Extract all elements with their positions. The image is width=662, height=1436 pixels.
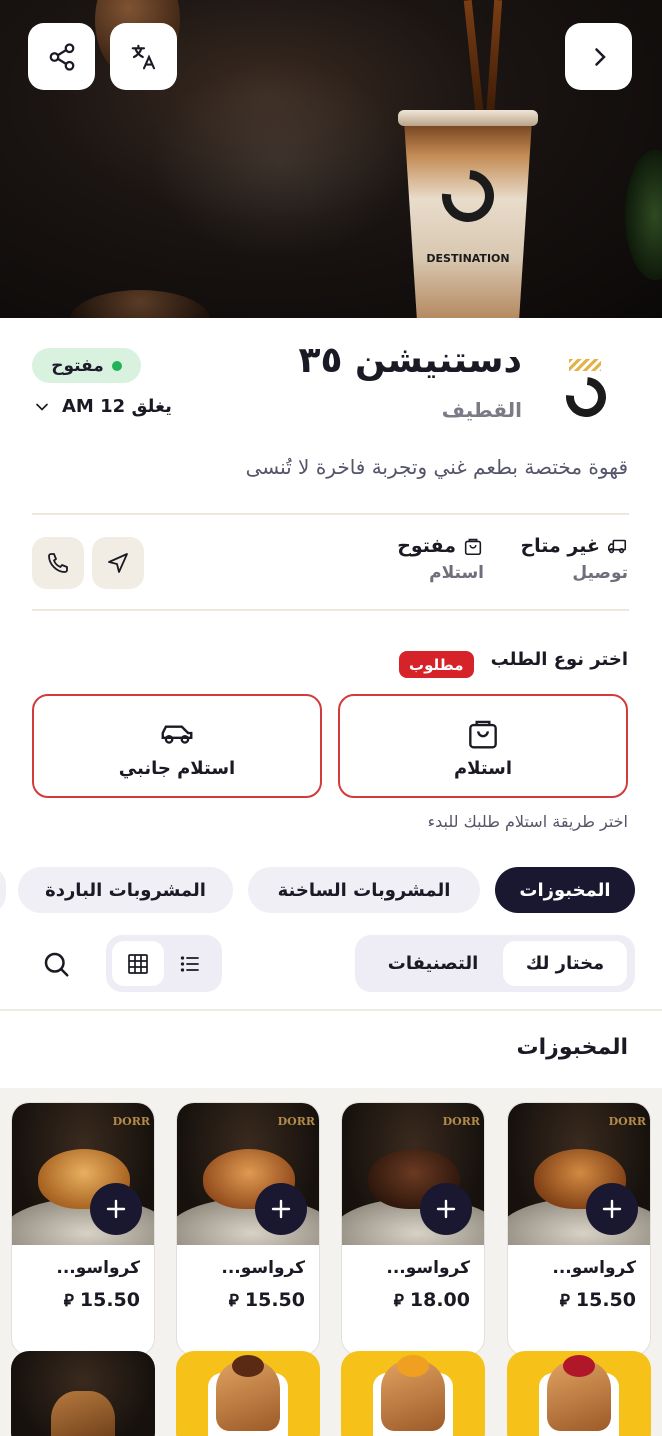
product-price: ⃁ 15.50	[63, 1289, 140, 1311]
product-price: ⃁ 15.50	[228, 1289, 305, 1311]
product-card[interactable]	[11, 1351, 155, 1436]
category-chip-more[interactable]	[0, 867, 6, 913]
list-icon	[180, 955, 199, 972]
product-name: كرواسو...	[552, 1258, 636, 1278]
required-badge: مطلوب	[399, 651, 474, 678]
shopping-bag-icon	[469, 720, 497, 748]
product-card[interactable]	[341, 1351, 485, 1436]
curbside-option-label: استلام جانبي	[118, 757, 236, 779]
chevron-right-icon	[594, 47, 606, 66]
product-card[interactable]: DORR كرواسو... ⃁ 18.00	[341, 1102, 485, 1356]
add-to-cart-button[interactable]	[90, 1183, 142, 1235]
product-price: ⃁ 18.00	[393, 1289, 470, 1311]
divider	[32, 609, 629, 611]
search-button[interactable]	[36, 944, 76, 984]
delivery-truck-icon	[607, 539, 627, 554]
divider	[0, 1009, 662, 1011]
divider	[32, 513, 629, 515]
bean-bowl-decor	[70, 290, 210, 318]
grid-icon	[128, 953, 148, 974]
status-dot	[111, 360, 122, 371]
order-type-hint: اختر طريقة استلام طلبك للبدء	[427, 812, 628, 831]
pickup-option[interactable]: استلام	[338, 694, 628, 798]
shopping-bag-icon	[464, 538, 482, 556]
call-button[interactable]	[32, 537, 84, 589]
store-description: قهوة مختصة بطعم غني وتجربة فاخرة لا تُنس…	[245, 455, 628, 479]
delivery-label: توصيل	[572, 563, 628, 583]
product-card[interactable]	[507, 1351, 651, 1436]
product-price: ⃁ 15.50	[559, 1289, 636, 1311]
delivery-status: غير متاح	[520, 535, 600, 557]
store-city: القطيف	[441, 398, 522, 422]
directions-button[interactable]	[92, 537, 144, 589]
working-hours-toggle[interactable]: يغلق 12 AM	[32, 396, 172, 417]
product-card[interactable]: DORR كرواسو... ⃁ 15.50	[176, 1102, 320, 1356]
chevron-down-icon	[36, 403, 48, 411]
product-card[interactable]: DORR كرواسو... ⃁ 15.50	[507, 1102, 651, 1356]
pickup-status: مفتوح	[397, 535, 456, 557]
category-chip-cold-drinks[interactable]: المشروبات الباردة	[18, 867, 233, 913]
translate-button[interactable]	[110, 23, 177, 90]
car-icon	[161, 724, 193, 744]
iced-coffee-cup: DESTINATION	[398, 0, 538, 318]
add-to-cart-button[interactable]	[420, 1183, 472, 1235]
status-label: مفتوح	[51, 355, 104, 376]
open-status-badge: مفتوح	[32, 348, 141, 383]
view-toggle	[106, 935, 222, 992]
list-view-button[interactable]	[164, 941, 216, 986]
pickup-label: استلام	[429, 563, 484, 583]
order-type-title: اختر نوع الطلب	[490, 649, 628, 670]
riyal-icon: ⃁	[228, 1291, 239, 1311]
segment-for-you[interactable]: مختار لك	[503, 941, 627, 986]
closing-time: يغلق 12 AM	[62, 396, 172, 417]
plus-icon	[436, 1199, 456, 1219]
search-icon	[44, 952, 69, 977]
share-button[interactable]	[28, 23, 95, 90]
category-chip-bakery[interactable]: المخبوزات	[495, 867, 635, 913]
navigation-arrow-icon	[108, 553, 128, 573]
curbside-option[interactable]: استلام جانبي	[32, 694, 322, 798]
product-name: كرواسو...	[221, 1258, 305, 1278]
smoke-decor	[150, 60, 410, 260]
product-name: كرواسو...	[386, 1258, 470, 1278]
riyal-icon: ⃁	[393, 1291, 404, 1311]
store-logo	[537, 349, 629, 433]
phone-icon	[48, 553, 68, 573]
riyal-icon: ⃁	[559, 1291, 570, 1311]
pickup-option-label: استلام	[453, 757, 513, 779]
add-to-cart-button[interactable]	[586, 1183, 638, 1235]
product-card[interactable]: DORR كرواسو... ⃁ 15.50	[11, 1102, 155, 1356]
plus-icon	[106, 1199, 126, 1219]
grid-view-button[interactable]	[112, 941, 164, 986]
delivery-info: غير متاح توصيل	[520, 535, 628, 583]
cup-brand-text: DESTINATION	[426, 252, 510, 265]
share-icon	[49, 42, 74, 71]
store-name: دستنيشن ٣٥	[298, 340, 522, 381]
hero-image: DESTINATION	[0, 0, 662, 318]
pickup-info: مفتوح استلام	[397, 535, 484, 583]
riyal-icon: ⃁	[63, 1291, 74, 1311]
add-to-cart-button[interactable]	[255, 1183, 307, 1235]
segment-categories[interactable]: التصنيفات	[363, 941, 503, 986]
product-card[interactable]	[176, 1351, 320, 1436]
menu-segment-control: مختار لك التصنيفات	[355, 935, 635, 992]
product-name: كرواسو...	[56, 1258, 140, 1278]
plus-icon	[271, 1199, 291, 1219]
section-title: المخبوزات	[516, 1035, 629, 1060]
translate-icon	[131, 44, 155, 69]
leaf-decor	[625, 150, 662, 280]
next-button[interactable]	[565, 23, 632, 90]
plus-icon	[602, 1199, 622, 1219]
category-chip-hot-drinks[interactable]: المشروبات الساخنة	[248, 867, 480, 913]
